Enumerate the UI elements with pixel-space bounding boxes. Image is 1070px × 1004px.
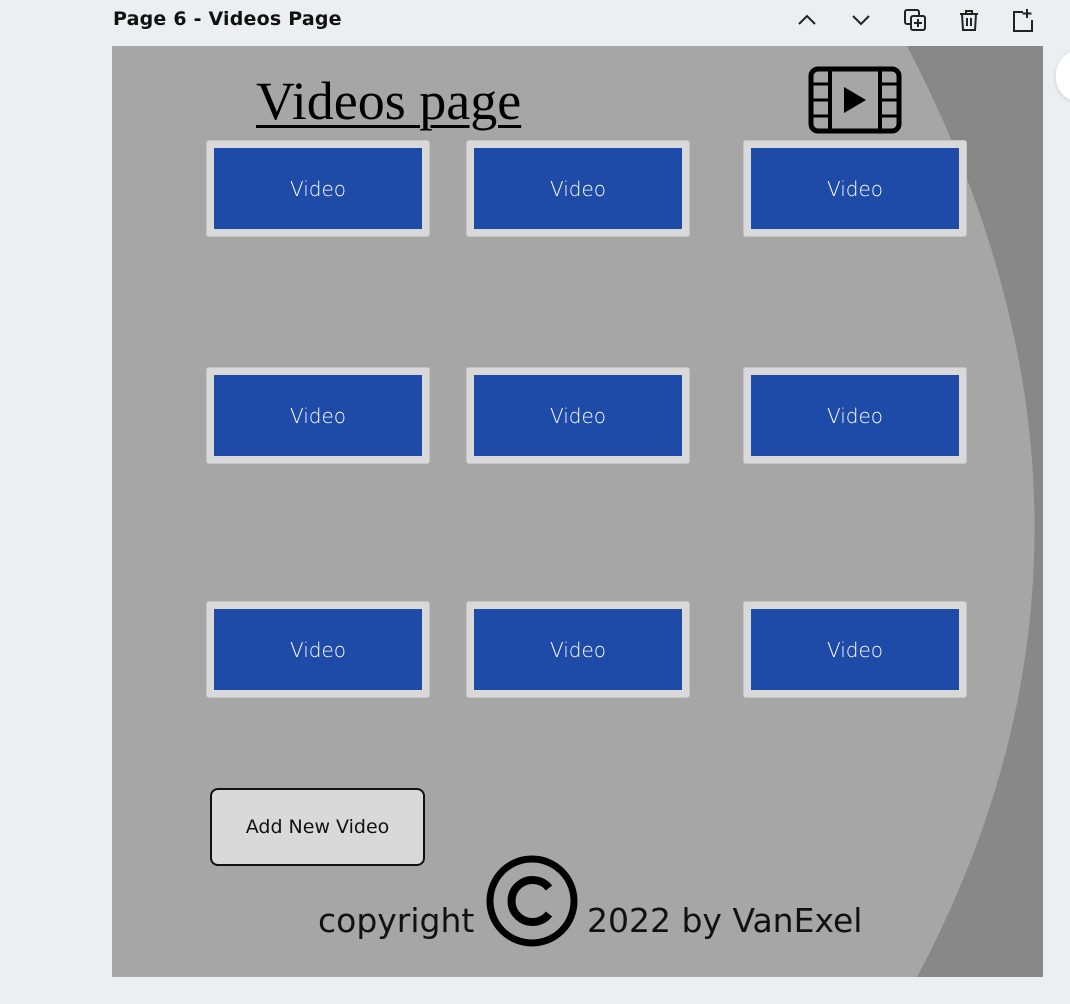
video-card-label: Video	[826, 637, 884, 662]
page-title-text: Page 6 - Videos Page	[113, 8, 342, 30]
video-card-label: Video	[826, 403, 884, 428]
design-canvas[interactable]: Videos page Video Video Video Video Vide…	[112, 46, 1043, 977]
video-card[interactable]: Video	[466, 601, 690, 698]
video-card-label: Video	[289, 637, 347, 662]
video-card[interactable]: Video	[206, 601, 430, 698]
video-card[interactable]: Video	[743, 367, 967, 464]
add-new-video-label: Add New Video	[245, 816, 390, 838]
move-page-down-button[interactable]	[847, 6, 875, 34]
trash-icon	[960, 10, 978, 31]
chevron-down-icon	[852, 15, 870, 26]
copyright-year-author: 2022 by VanExel	[587, 901, 863, 940]
add-page-icon	[1013, 9, 1033, 32]
duplicate-page-button[interactable]	[901, 6, 929, 34]
video-card-label: Video	[826, 176, 884, 201]
add-page-button[interactable]	[1009, 6, 1037, 34]
film-play-icon	[808, 66, 902, 134]
video-card-label: Video	[289, 403, 347, 428]
delete-page-button[interactable]	[955, 6, 983, 34]
copyright-icon	[486, 855, 578, 947]
video-card[interactable]: Video	[743, 601, 967, 698]
duplicate-page-icon	[904, 9, 926, 31]
video-card-label: Video	[549, 637, 607, 662]
add-new-video-button[interactable]: Add New Video	[210, 788, 425, 866]
video-card[interactable]: Video	[206, 140, 430, 237]
video-card[interactable]: Video	[466, 367, 690, 464]
video-card-label: Video	[549, 176, 607, 201]
move-page-up-button[interactable]	[793, 6, 821, 34]
video-card-label: Video	[549, 403, 607, 428]
video-card-label: Video	[289, 176, 347, 201]
design-title: Videos page	[256, 71, 522, 131]
side-panel-handle[interactable]	[1056, 50, 1070, 102]
copyright-label: copyright	[318, 901, 475, 940]
chevron-up-icon	[798, 14, 816, 25]
video-card[interactable]: Video	[466, 140, 690, 237]
video-card[interactable]: Video	[206, 367, 430, 464]
video-card[interactable]: Video	[743, 140, 967, 237]
